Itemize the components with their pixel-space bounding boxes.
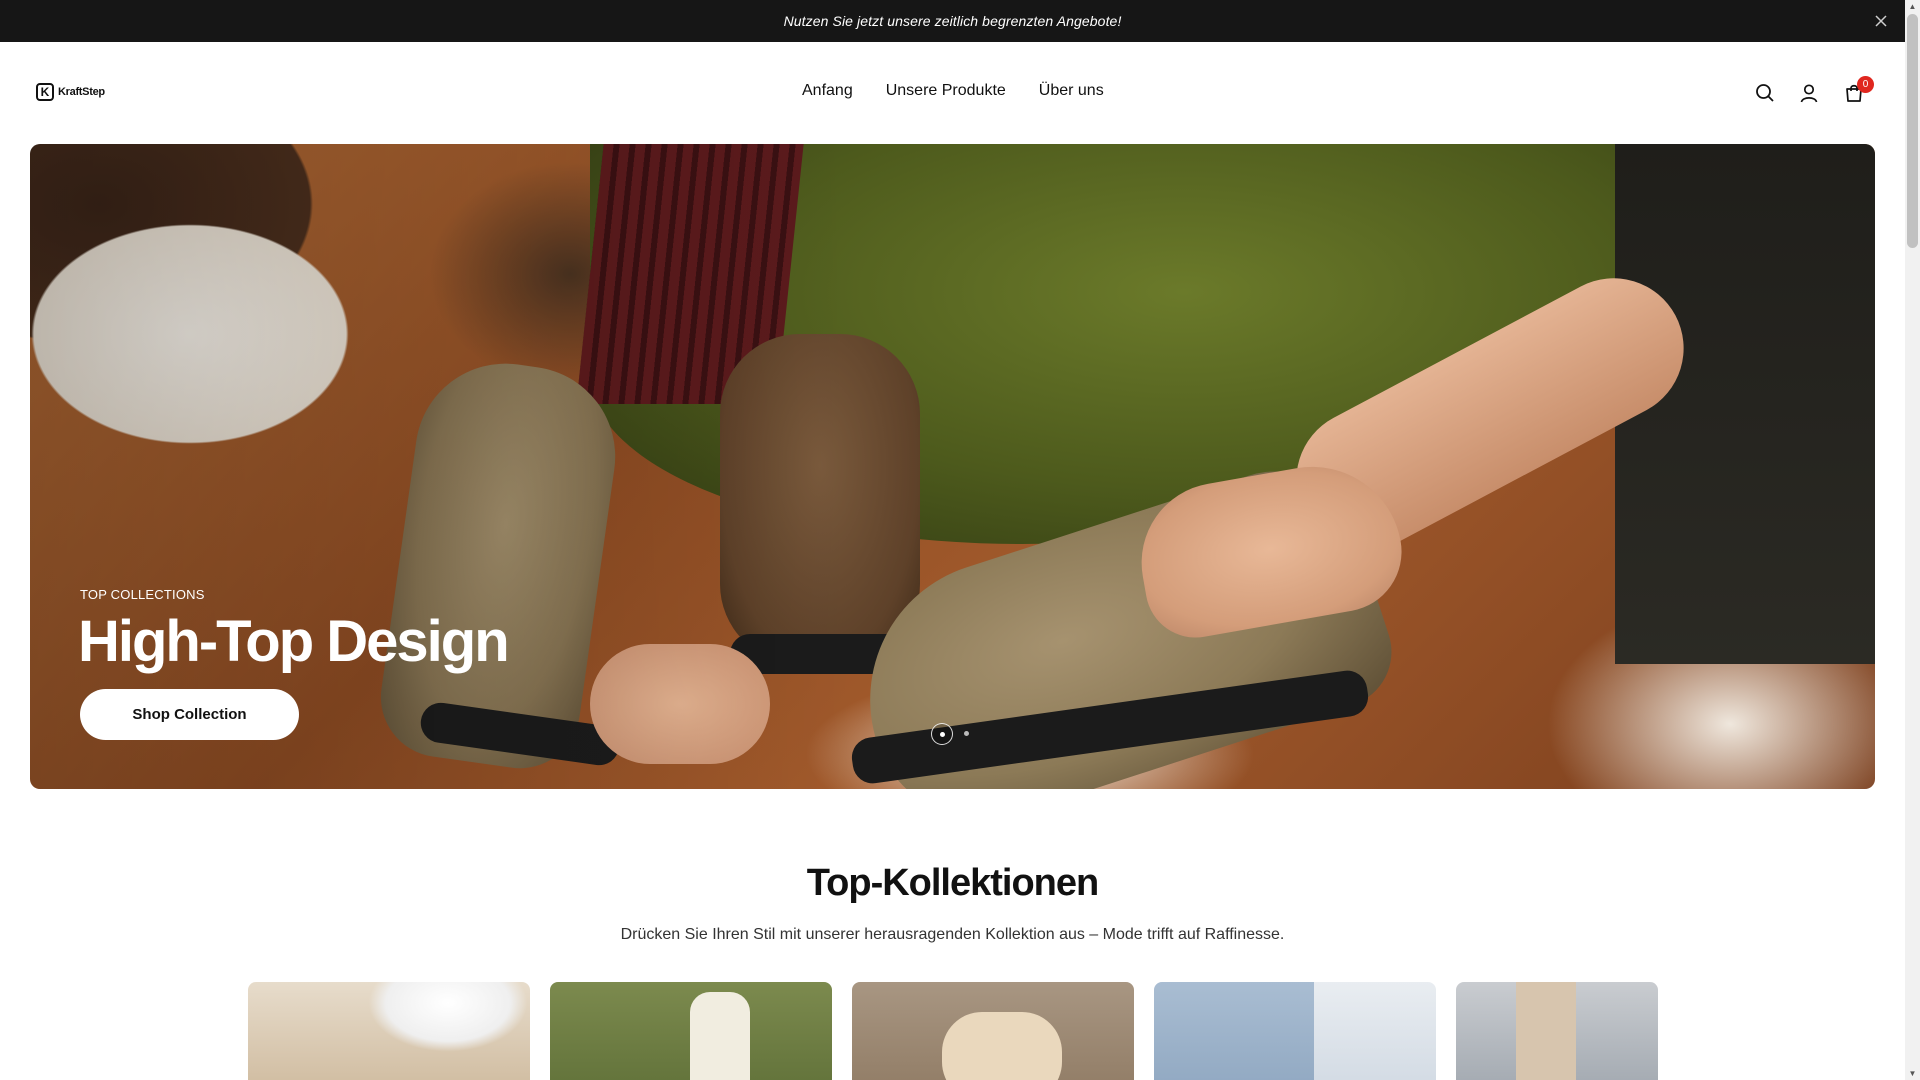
page-scrollbar[interactable]: ▲ ▼ (1905, 0, 1920, 1080)
cart-icon[interactable]: 0 (1843, 76, 1874, 104)
carousel-dot-active[interactable] (931, 723, 953, 745)
logo[interactable]: K KraftStep (36, 82, 105, 102)
collection-card[interactable] (1456, 982, 1658, 1080)
collection-card[interactable] (248, 982, 530, 1080)
nav-item-anfang[interactable]: Anfang (802, 82, 853, 100)
hero-eyebrow: TOP COLLECTIONS (80, 587, 205, 602)
logo-wordmark: KraftStep (58, 86, 105, 98)
hero-overlay (30, 144, 1875, 789)
hero-title: High-Top Design (78, 609, 510, 674)
main-nav: Anfang Unsere Produkte Über uns (802, 82, 1104, 100)
hero-banner: TOP COLLECTIONS High-Top Design Shop Col… (30, 144, 1875, 789)
section-subtitle: Drücken Sie Ihren Stil mit unserer herau… (620, 926, 1285, 943)
collection-card[interactable] (852, 982, 1134, 1080)
logo-mark: K (36, 83, 54, 101)
announcement-text: Nutzen Sie jetzt unsere zeitlich begrenz… (783, 13, 1122, 29)
search-icon[interactable] (1754, 82, 1776, 104)
scrollbar-thumb[interactable] (1907, 14, 1918, 248)
cart-count-badge: 0 (1857, 76, 1874, 93)
nav-item-ueber-uns[interactable]: Über uns (1039, 82, 1104, 100)
scroll-up-icon[interactable]: ▲ (1908, 2, 1917, 11)
shop-collection-button[interactable]: Shop Collection (80, 689, 299, 740)
carousel-dot[interactable] (964, 731, 969, 736)
collection-card[interactable] (1154, 982, 1436, 1080)
user-icon[interactable] (1798, 82, 1820, 104)
collection-card[interactable] (550, 982, 832, 1080)
announcement-bar: Nutzen Sie jetzt unsere zeitlich begrenz… (0, 0, 1905, 42)
scroll-down-icon[interactable]: ▼ (1908, 1069, 1917, 1078)
collection-carousel (248, 982, 1658, 1080)
section-title: Top-Kollektionen (806, 862, 1100, 904)
nav-item-unsere-produkte[interactable]: Unsere Produkte (886, 82, 1006, 100)
close-icon[interactable] (1871, 11, 1891, 31)
site-header: K KraftStep Anfang Unsere Produkte Über … (0, 42, 1905, 144)
